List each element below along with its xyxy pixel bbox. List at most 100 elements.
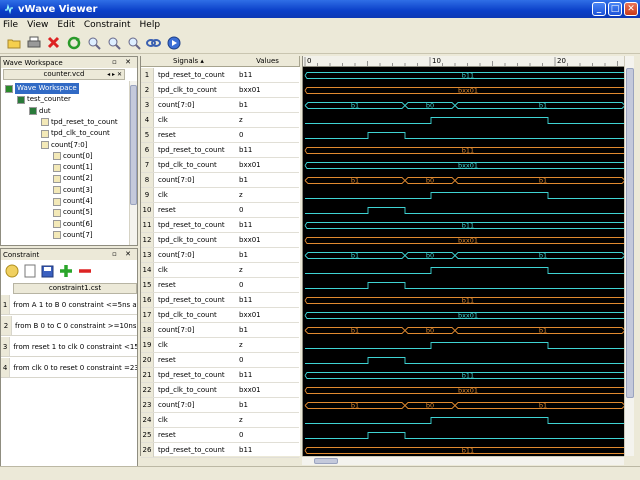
- tree-item[interactable]: count[5]: [53, 207, 93, 218]
- wave-value-label: b11: [462, 72, 474, 80]
- signal-row[interactable]: 22 tpd_clk_to_count: [141, 383, 236, 398]
- maximize-button[interactable]: □: [608, 2, 622, 16]
- menu-file[interactable]: File: [3, 20, 18, 30]
- waveform-canvas[interactable]: b11 bxx01 b1 b0 b1 b11 bxx01 b1 b0 b1 b11 bxx01 b1 b0…: [303, 67, 625, 456]
- signal-row[interactable]: 6 tpd_reset_to_count: [141, 143, 236, 158]
- navigate-icon[interactable]: [166, 35, 181, 50]
- zoom-out-icon[interactable]: [106, 35, 121, 50]
- new-constraint-icon[interactable]: [5, 264, 19, 278]
- signal-row[interactable]: 15 reset: [141, 278, 236, 293]
- ruler-label: 20: [557, 57, 566, 65]
- signal-value: b11: [236, 218, 299, 233]
- signal-row[interactable]: 20 reset: [141, 353, 236, 368]
- signal-row[interactable]: 4 clk: [141, 113, 236, 128]
- file-tab-arrows[interactable]: ◂ ▸ ✕: [107, 70, 122, 79]
- menu-constraint[interactable]: Constraint: [84, 20, 131, 30]
- values-column-header[interactable]: Values: [236, 56, 300, 67]
- signal-value: b1: [236, 323, 299, 338]
- signal-row[interactable]: 11 tpd_reset_to_count: [141, 218, 236, 233]
- document-icon[interactable]: [24, 264, 36, 278]
- signal-row[interactable]: 5 reset: [141, 128, 236, 143]
- menu-view[interactable]: View: [27, 20, 48, 30]
- open-folder-icon[interactable]: [6, 35, 21, 50]
- tree-item[interactable]: count[7:0]: [41, 140, 87, 151]
- signal-row[interactable]: 25 reset: [141, 428, 236, 443]
- tree-item[interactable]: tpd_reset_to_count: [41, 117, 118, 128]
- waveform-vertical-scrollbar[interactable]: [624, 56, 634, 456]
- tree-item[interactable]: count[6]: [53, 219, 93, 230]
- zoom-in-icon[interactable]: [86, 35, 101, 50]
- signal-row[interactable]: 19 clk: [141, 338, 236, 353]
- signal-name: count[7:0]: [158, 176, 195, 184]
- signal-value: bxx01: [236, 308, 299, 323]
- signal-row[interactable]: 16 tpd_reset_to_count: [141, 293, 236, 308]
- tree-item[interactable]: tpd_clk_to_count: [41, 128, 110, 139]
- close-button[interactable]: ✕: [624, 2, 638, 16]
- save-icon[interactable]: [41, 265, 54, 278]
- waveform-hscroll-thumb[interactable]: [314, 458, 338, 464]
- tree-item[interactable]: count[4]: [53, 196, 93, 207]
- workspace-file-tab[interactable]: counter.vcd ◂ ▸ ✕: [3, 69, 125, 80]
- remove-icon[interactable]: [78, 264, 92, 278]
- workspace-scrollbar[interactable]: [129, 81, 137, 245]
- tree-item[interactable]: count[3]: [53, 185, 93, 196]
- signal-row[interactable]: 7 tpd_clk_to_count: [141, 158, 236, 173]
- constraint-row[interactable]: 3from reset 1 to clk 0 constraint <15ns …: [1, 337, 137, 357]
- workspace-scroll-thumb[interactable]: [130, 85, 137, 205]
- signal-row[interactable]: 3 count[7:0]: [141, 98, 236, 113]
- delete-icon[interactable]: [46, 35, 61, 50]
- signal-row[interactable]: 23 count[7:0]: [141, 398, 236, 413]
- wave-value-label: bxx01: [458, 162, 478, 170]
- signal-row[interactable]: 12 tpd_clk_to_count: [141, 233, 236, 248]
- tree-item[interactable]: dut: [29, 106, 51, 117]
- signal-row[interactable]: 26 tpd_reset_to_count: [141, 443, 236, 458]
- signal-row[interactable]: 8 count[7:0]: [141, 173, 236, 188]
- waveform-view[interactable]: 0 10 20 b11 bxx01 b1 b0 b1 b11 bxx01 b1 b0 b1 b11 bxx…: [302, 56, 625, 456]
- panel-buttons[interactable]: ▫ ✕: [112, 250, 134, 258]
- time-ruler[interactable]: 0 10 20: [303, 56, 625, 67]
- menu-edit[interactable]: Edit: [57, 20, 74, 30]
- tree-item[interactable]: count[2]: [53, 173, 93, 184]
- tree-item[interactable]: count[1]: [53, 162, 93, 173]
- signal-row[interactable]: 2 tpd_clk_to_count: [141, 83, 236, 98]
- signal-row[interactable]: 24 clk: [141, 413, 236, 428]
- workspace-file-label: counter.vcd: [43, 70, 85, 78]
- waveform-vscroll-thumb[interactable]: [626, 68, 634, 398]
- constraint-row[interactable]: 2 from B 0 to C 0 constraint >=10ns: [1, 316, 137, 336]
- signal-row[interactable]: 17 tpd_clk_to_count: [141, 308, 236, 323]
- panel-buttons[interactable]: ▫ ✕: [112, 58, 134, 66]
- tree-item[interactable]: test_counter: [17, 94, 71, 105]
- signal-row[interactable]: 13 count[7:0]: [141, 248, 236, 263]
- signal-row[interactable]: 1 tpd_reset_to_count: [141, 68, 236, 83]
- signals-column-header[interactable]: Signals ▴: [141, 56, 237, 67]
- tree-item[interactable]: Wave Workspace: [5, 83, 79, 94]
- signal-value: b11: [236, 443, 299, 458]
- menu-help[interactable]: Help: [140, 20, 161, 30]
- tree-item[interactable]: count[7]: [53, 230, 93, 241]
- signal-name: tpd_reset_to_count: [158, 296, 225, 304]
- signal-row[interactable]: 9 clk: [141, 188, 236, 203]
- add-icon[interactable]: [59, 264, 73, 278]
- signal-name: tpd_reset_to_count: [158, 371, 225, 379]
- constraint-row[interactable]: 1from A 1 to B 0 constraint <=5ns after …: [1, 295, 137, 315]
- signal-name: tpd_clk_to_count: [158, 86, 217, 94]
- link-icon[interactable]: [146, 35, 161, 50]
- waveform-horizontal-scrollbar[interactable]: [302, 456, 624, 465]
- module-icon: [17, 95, 25, 104]
- constraint-row[interactable]: 4from clk 0 to reset 0 constraint =23ns …: [1, 358, 137, 378]
- minimize-button[interactable]: _: [592, 2, 606, 16]
- signal-value: b11: [236, 368, 299, 383]
- signal-row[interactable]: 18 count[7:0]: [141, 323, 236, 338]
- tree-item[interactable]: count[0]: [53, 151, 93, 162]
- signal-row[interactable]: 14 clk: [141, 263, 236, 278]
- signal-name: clk: [158, 416, 168, 424]
- signal-icon: [53, 208, 61, 217]
- constraint-file-header[interactable]: constraint1.cst: [13, 283, 137, 294]
- print-icon[interactable]: [26, 35, 41, 50]
- signal-row[interactable]: 10 reset: [141, 203, 236, 218]
- signal-value: z: [236, 188, 299, 203]
- zoom-fit-icon[interactable]: [126, 35, 141, 50]
- signal-value: b11: [236, 293, 299, 308]
- refresh-icon[interactable]: [66, 35, 81, 50]
- signal-row[interactable]: 21 tpd_reset_to_count: [141, 368, 236, 383]
